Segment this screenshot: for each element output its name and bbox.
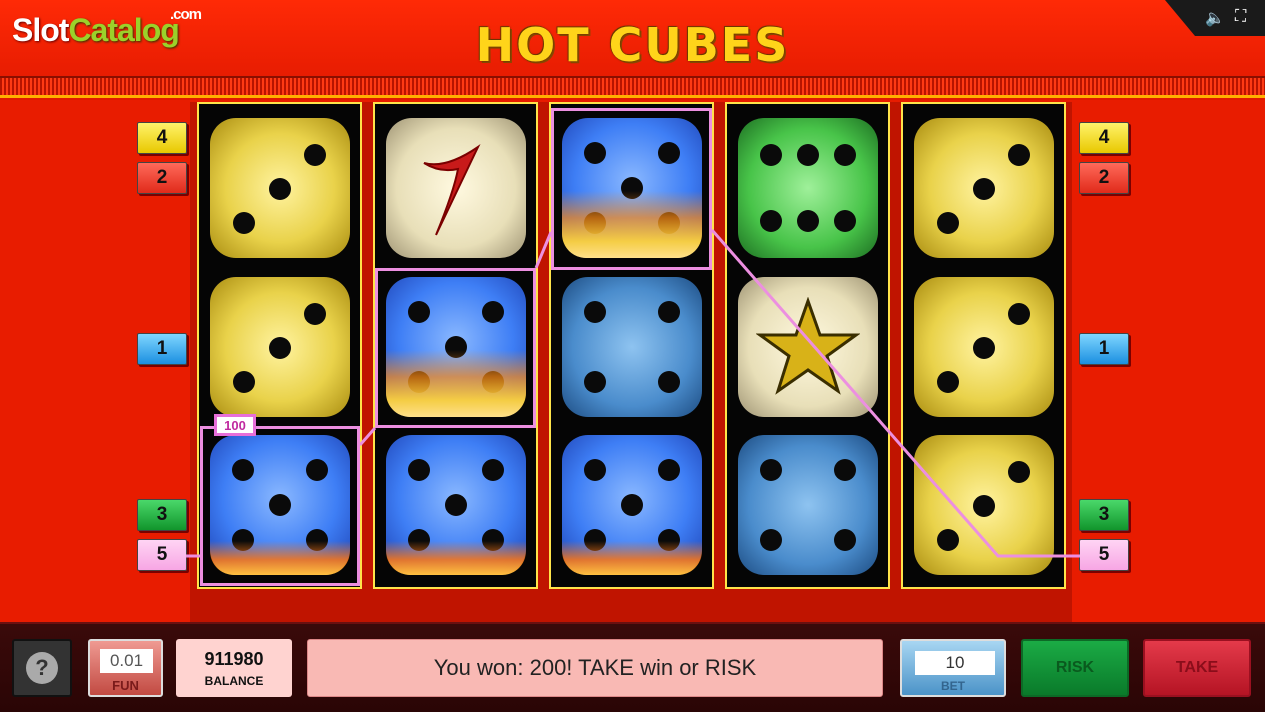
payline-badge-1-left[interactable]: 1 — [137, 333, 187, 365]
die-teal-4 — [738, 435, 878, 575]
payline-badge-5-left[interactable]: 5 — [137, 539, 187, 571]
bet-selector[interactable]: 10 BET — [900, 639, 1006, 697]
payline-badge-4-right[interactable]: 4 — [1079, 122, 1129, 154]
die-star — [738, 277, 878, 417]
win-amount-tag: 100 — [214, 414, 256, 436]
right-paylines: 4 2 1 3 5 — [1072, 102, 1262, 622]
die-teal-4 — [562, 277, 702, 417]
die-green-6 — [738, 118, 878, 258]
payline-badge-3-right[interactable]: 3 — [1079, 499, 1129, 531]
coin-value-selector[interactable]: 0.01 FUN — [88, 639, 163, 697]
die-blue-5-burning — [386, 435, 526, 575]
payline-badge-1-right[interactable]: 1 — [1079, 333, 1129, 365]
reel-5 — [901, 102, 1066, 589]
win-highlight — [375, 268, 536, 428]
balance-value: 911980 — [204, 649, 264, 669]
fire-effect — [386, 541, 526, 575]
win-highlight — [551, 108, 712, 270]
payline-badge-4-left[interactable]: 4 — [137, 122, 187, 154]
die-blue-5-burning — [562, 435, 702, 575]
header-stripe — [0, 76, 1265, 98]
game-screen: SlotCatalog .com HOT CUBES 🔈 ⛶ 4 2 1 3 5… — [0, 0, 1265, 712]
help-button[interactable]: ? — [12, 639, 72, 697]
balance-label: BALANCE — [204, 674, 264, 688]
star-icon — [738, 277, 878, 417]
win-highlight — [200, 426, 360, 586]
payline-badge-3-left[interactable]: 3 — [137, 499, 187, 531]
seven-icon — [386, 118, 526, 258]
take-button[interactable]: TAKE — [1143, 639, 1251, 697]
status-message: You won: 200! TAKE win or RISK — [307, 639, 883, 697]
coin-value: 0.01 — [100, 649, 153, 673]
bet-label: BET — [941, 679, 965, 693]
game-title: HOT CUBES — [475, 18, 790, 72]
die-yellow-3 — [210, 118, 350, 258]
fire-effect — [562, 541, 702, 575]
coin-label: FUN — [112, 678, 139, 693]
question-icon: ? — [26, 652, 58, 684]
bet-value: 10 — [915, 651, 995, 675]
die-yellow-3 — [914, 277, 1054, 417]
payline-badge-2-right[interactable]: 2 — [1079, 162, 1129, 194]
die-seven — [386, 118, 526, 258]
reel-4 — [725, 102, 890, 589]
risk-button[interactable]: RISK — [1021, 639, 1129, 697]
control-bar: ? 0.01 FUN 911980 BALANCE You won: 200! … — [0, 622, 1265, 712]
balance-display: 911980 BALANCE — [176, 639, 292, 697]
header: SlotCatalog .com HOT CUBES 🔈 ⛶ — [0, 0, 1265, 100]
die-yellow-3 — [210, 277, 350, 417]
fullscreen-icon[interactable]: ⛶ — [1235, 8, 1246, 26]
payline-badge-2-left[interactable]: 2 — [137, 162, 187, 194]
left-paylines: 4 2 1 3 5 — [0, 102, 190, 622]
die-yellow-3 — [914, 118, 1054, 258]
payline-badge-5-right[interactable]: 5 — [1079, 539, 1129, 571]
speaker-icon[interactable]: 🔈 — [1205, 8, 1225, 28]
die-yellow-3 — [914, 435, 1054, 575]
